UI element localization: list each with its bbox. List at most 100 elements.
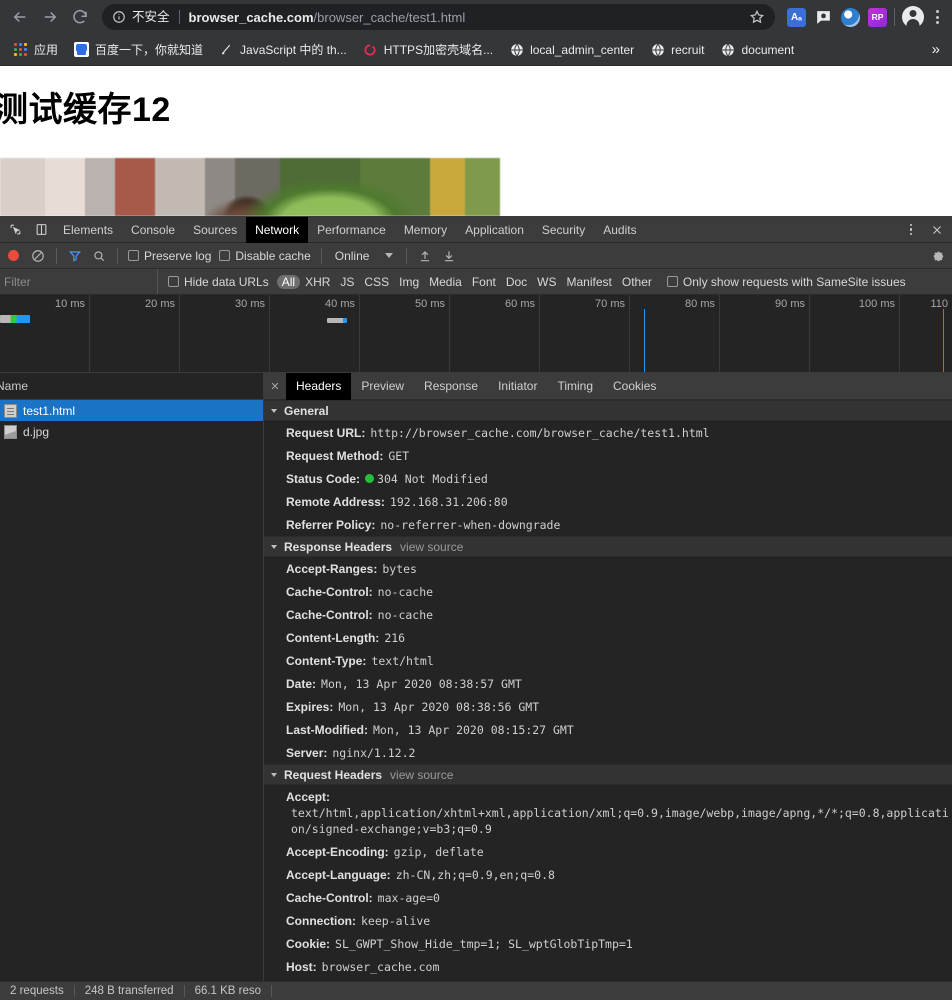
forward-button[interactable]	[36, 3, 64, 31]
header-name: Remote Address:	[286, 494, 385, 509]
network-filter-bar: Filter Hide data URLs All XHR JS CSS Img…	[0, 269, 952, 295]
filter-type-other[interactable]: Other	[617, 275, 657, 289]
tab-audits[interactable]: Audits	[594, 217, 645, 243]
import-har-icon[interactable]	[414, 245, 436, 267]
filter-type-ws[interactable]: WS	[532, 275, 561, 289]
header-name: Cookie:	[286, 936, 331, 951]
header-value: SL_GWPT_Show_Hide_tmp=1; SL_wptGlobTipTm…	[335, 936, 633, 951]
tab-elements[interactable]: Elements	[54, 217, 122, 243]
tab-console[interactable]: Console	[122, 217, 184, 243]
devtools-more-menu-icon[interactable]	[898, 217, 924, 243]
url-text: browser_cache.com/browser_cache/test1.ht…	[189, 10, 466, 25]
filter-input[interactable]: Filter	[0, 269, 158, 294]
filter-type-manifest[interactable]: Manifest	[562, 275, 617, 289]
reload-button[interactable]	[66, 3, 94, 31]
bookmark-label: JavaScript 中的 th...	[240, 43, 347, 57]
header-name: Server:	[286, 745, 328, 760]
header-row-accept-language: Accept-Language: zh-CN,zh;q=0.9,en;q=0.8	[264, 863, 952, 886]
clear-button-icon[interactable]	[27, 245, 49, 267]
device-toolbar-icon[interactable]	[28, 217, 54, 243]
filter-type-js[interactable]: JS	[335, 275, 359, 289]
export-har-icon[interactable]	[438, 245, 460, 267]
filter-type-css[interactable]: CSS	[359, 275, 394, 289]
bookmark-label: HTTPS加密壳域名...	[383, 43, 494, 57]
detail-tab-response[interactable]: Response	[414, 373, 488, 400]
disclosure-triangle-icon	[271, 408, 277, 413]
header-name: Accept:	[286, 789, 331, 804]
url-path: /browser_cache/test1.html	[313, 9, 466, 25]
bookmark-label: 百度一下，你就知道	[95, 43, 204, 57]
devtools-close-icon[interactable]	[924, 217, 950, 243]
bookmark-label: recruit	[671, 42, 705, 57]
detail-tab-preview[interactable]: Preview	[351, 373, 414, 400]
header-name: Host:	[286, 959, 317, 974]
rp-extension-icon[interactable]	[868, 7, 887, 27]
header-name: Cache-Control:	[286, 584, 373, 599]
status-requests-count: 2 requests	[0, 985, 75, 997]
close-details-icon[interactable]	[264, 381, 286, 391]
bookmark-item-https[interactable]: HTTPS加密壳域名...	[355, 38, 501, 62]
detail-tab-headers[interactable]: Headers	[286, 372, 352, 400]
throttling-dropdown[interactable]: Online	[329, 249, 400, 263]
filter-type-img[interactable]: Img	[394, 275, 424, 289]
view-source-link[interactable]: view source	[390, 768, 453, 782]
filter-type-doc[interactable]: Doc	[501, 275, 532, 289]
network-timeline-overview[interactable]: 10 ms 20 ms 30 ms 40 ms 50 ms 60 ms 70 m…	[0, 295, 952, 373]
tab-network[interactable]: Network	[246, 216, 309, 243]
opera-like-extension-icon[interactable]	[841, 7, 860, 27]
tab-memory[interactable]: Memory	[395, 217, 456, 243]
filter-type-xhr[interactable]: XHR	[300, 275, 335, 289]
bookmark-item-javascript-this[interactable]: JavaScript 中的 th...	[211, 38, 355, 62]
tab-performance[interactable]: Performance	[308, 217, 395, 243]
timeline-tick-label: 110	[930, 298, 948, 310]
disable-cache-checkbox[interactable]: Disable cache	[216, 249, 313, 263]
detail-tab-cookies[interactable]: Cookies	[603, 373, 666, 400]
address-bar[interactable]: 不安全 browser_cache.com/browser_cache/test…	[102, 4, 775, 30]
search-icon[interactable]	[88, 245, 110, 267]
header-name: Date:	[286, 676, 317, 691]
timeline-tick-label: 40 ms	[325, 298, 355, 310]
filter-funnel-icon[interactable]	[64, 245, 86, 267]
request-list-header[interactable]: Name	[0, 373, 263, 400]
filter-type-media[interactable]: Media	[424, 275, 467, 289]
bookmark-item-local-admin-center[interactable]: local_admin_center	[501, 38, 642, 62]
disclosure-triangle-icon	[271, 544, 277, 549]
section-header-response-headers[interactable]: Response Headers view source	[264, 536, 952, 557]
back-button[interactable]	[6, 3, 34, 31]
detail-tab-initiator[interactable]: Initiator	[488, 373, 547, 400]
tab-application[interactable]: Application	[456, 217, 533, 243]
bookmark-item-recruit[interactable]: recruit	[642, 38, 712, 62]
request-row-d-jpg[interactable]: d.jpg	[0, 421, 263, 442]
record-button-icon[interactable]	[8, 250, 19, 261]
view-source-link[interactable]: view source	[400, 540, 463, 554]
samesite-issues-checkbox[interactable]: Only show requests with SameSite issues	[657, 275, 914, 289]
tab-sources[interactable]: Sources	[184, 217, 246, 243]
tab-security[interactable]: Security	[533, 217, 594, 243]
header-row-cache-control-1: Cache-Control: no-cache	[264, 580, 952, 603]
filter-type-font[interactable]: Font	[467, 275, 501, 289]
extension-icons	[783, 7, 887, 27]
header-name: Content-Type:	[286, 653, 367, 668]
section-header-general[interactable]: General	[264, 400, 952, 421]
header-row-content-length: Content-Length: 216	[264, 626, 952, 649]
bookmark-item-document[interactable]: document	[712, 38, 802, 62]
section-header-request-headers[interactable]: Request Headers view source	[264, 764, 952, 785]
bookmark-star-icon[interactable]	[749, 9, 765, 25]
dictionary-extension-icon[interactable]	[787, 7, 806, 27]
globe-favicon-icon	[650, 42, 665, 57]
detail-tab-timing[interactable]: Timing	[547, 373, 603, 400]
hide-data-urls-checkbox[interactable]: Hide data URLs	[158, 275, 277, 289]
header-value: GET	[388, 448, 410, 463]
preserve-log-checkbox[interactable]: Preserve log	[125, 249, 214, 263]
gear-icon[interactable]	[926, 245, 948, 267]
bookmark-item-baidu[interactable]: 百度一下，你就知道	[66, 38, 211, 62]
filter-type-all[interactable]: All	[276, 274, 301, 289]
inspect-element-icon[interactable]	[2, 217, 28, 243]
bookmarks-overflow-button[interactable]: »	[926, 41, 946, 58]
header-row-request-method: Request Method: GET	[264, 444, 952, 467]
bookmark-apps[interactable]: 应用	[6, 38, 66, 62]
chat-bubble-extension-icon[interactable]	[814, 8, 833, 27]
request-row-test1-html[interactable]: test1.html	[0, 400, 263, 421]
chrome-menu-icon[interactable]	[928, 10, 946, 24]
profile-avatar[interactable]	[902, 6, 924, 28]
